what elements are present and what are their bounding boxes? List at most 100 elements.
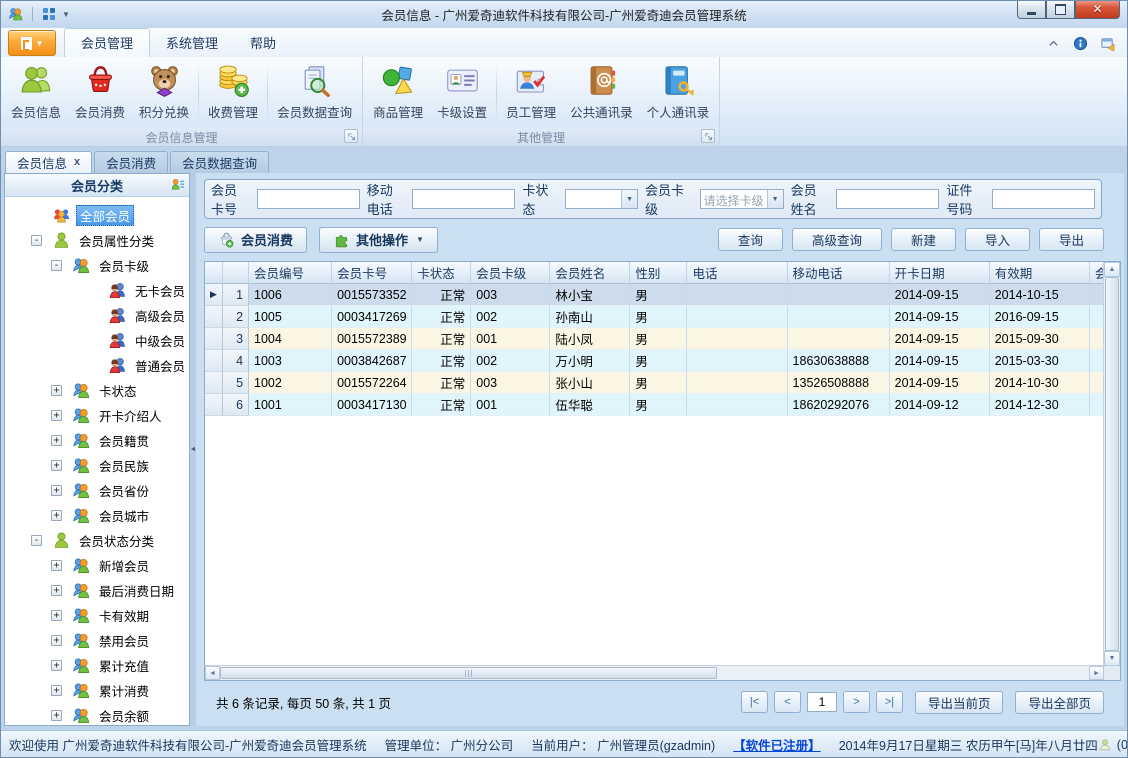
member-list-icon[interactable] [170, 177, 185, 192]
tree-expand-icon[interactable]: + [51, 560, 62, 571]
export-button[interactable]: 导出 [1038, 228, 1104, 251]
column-header[interactable]: 有效期 [989, 262, 1090, 284]
column-header[interactable]: 性别 [630, 262, 688, 284]
collapse-ribbon-icon[interactable] [1046, 36, 1061, 51]
column-header[interactable]: 会员卡级 [471, 262, 551, 284]
horizontal-scroll-thumb[interactable] [220, 667, 717, 679]
ribbon-button-member-consume[interactable]: 会员消费 [68, 60, 132, 128]
dialog-launcher-icon[interactable] [344, 129, 359, 143]
tree-item[interactable]: 中级会员 [5, 328, 189, 353]
tree-expand-icon[interactable]: + [51, 660, 62, 671]
table-row[interactable]: 5 1002 0015572264 正常 003 张小山男 13526508888 2014-… [205, 372, 1104, 394]
import-button[interactable]: 导入 [964, 228, 1030, 251]
ribbon-button-staff-mgmt[interactable]: 员工管理 [499, 60, 563, 128]
column-header[interactable]: 会员 [1089, 262, 1104, 284]
tree-item[interactable]: + 新增会员 [5, 553, 189, 578]
tree-expand-icon[interactable]: + [51, 510, 62, 521]
export-current-page-button[interactable]: 导出当前页 [914, 690, 1004, 714]
table-row[interactable]: 6 1001 0003417130 正常 001 伍华聪男 18620292076 2014-… [205, 394, 1104, 416]
prev-page-button[interactable]: < [773, 691, 801, 713]
advanced-query-button[interactable]: 高级查询 [791, 228, 882, 251]
tree-item[interactable]: + 开卡介绍人 [5, 403, 189, 428]
ribbon-button-member-info[interactable]: 会员信息 [4, 60, 68, 128]
ribbon-button-product-mgmt[interactable]: 商品管理 [366, 60, 430, 128]
toolbar-button-other-actions[interactable]: 其他操作 ▼ [319, 226, 438, 253]
tree-expand-icon[interactable]: + [51, 710, 62, 721]
license-registered-link[interactable]: 【软件已注册】 [733, 735, 821, 754]
last-page-button[interactable]: >| [875, 691, 903, 713]
tree-expand-icon[interactable]: + [51, 410, 62, 421]
tree-expand-icon[interactable]: + [51, 635, 62, 646]
close-icon[interactable]: x [74, 157, 80, 168]
scroll-left-icon[interactable]: ◄ [205, 666, 220, 680]
first-page-button[interactable]: |< [740, 691, 768, 713]
chevron-down-icon[interactable]: ▼ [621, 190, 638, 208]
column-header[interactable]: 会员编号 [249, 262, 333, 284]
next-page-button[interactable]: > [842, 691, 870, 713]
tree-expand-icon[interactable]: + [51, 385, 62, 396]
tree-item[interactable]: + 会员籍贯 [5, 428, 189, 453]
column-header[interactable]: 会员卡号 [332, 262, 413, 284]
tree-collapse-icon[interactable]: - [51, 260, 62, 271]
scroll-up-icon[interactable]: ▲ [1104, 262, 1120, 277]
ribbon-button-fee-mgmt[interactable]: 收费管理 [201, 60, 265, 128]
ribbon-button-personal-contacts[interactable]: 个人通讯录 [640, 60, 717, 128]
toolbar-button-member-consume[interactable]: 会员消费 [204, 226, 308, 253]
ribbon-button-public-contacts[interactable]: 公共通讯录 [563, 60, 640, 128]
tree-collapse-icon[interactable]: - [31, 535, 42, 546]
vertical-scroll-thumb[interactable] [1105, 277, 1119, 651]
tree-item[interactable]: - 会员卡级 [5, 253, 189, 278]
input-id-number[interactable] [992, 189, 1095, 209]
document-tab[interactable]: 会员数据查询 [170, 151, 270, 173]
tree-expand-icon[interactable]: + [51, 460, 62, 471]
scroll-right-icon[interactable]: ► [1089, 666, 1104, 680]
tree-item[interactable]: 无卡会员 [5, 278, 189, 303]
document-tab[interactable]: 会员信息 x [5, 151, 93, 173]
column-header[interactable]: 开卡日期 [889, 262, 990, 284]
input-card-no[interactable] [256, 189, 360, 209]
chevron-down-icon[interactable]: ▼ [62, 10, 70, 19]
tree-expand-icon[interactable]: + [51, 485, 62, 496]
column-header[interactable]: 移动电话 [787, 262, 890, 284]
tree-expand-icon[interactable]: + [51, 610, 62, 621]
tree-item[interactable]: + 卡状态 [5, 378, 189, 403]
tree-item[interactable]: + 卡有效期 [5, 603, 189, 628]
ribbon-button-member-data-query[interactable]: 会员数据查询 [270, 60, 359, 128]
tree-item[interactable]: + 禁用会员 [5, 628, 189, 653]
column-header[interactable]: 会员姓名 [550, 262, 631, 284]
tree-item[interactable]: + 会员省份 [5, 478, 189, 503]
tree-item[interactable]: + 累计消费 [5, 678, 189, 703]
table-row[interactable]: 2 1005 0003417269 正常 002 孙南山男 2014-09-15 2016-0… [205, 306, 1104, 328]
tree-item[interactable]: - 会员状态分类 [5, 528, 189, 553]
maximize-button[interactable] [1046, 0, 1075, 19]
ribbon-tab-system-mgmt[interactable]: 系统管理 [150, 29, 234, 57]
tree-item[interactable]: + 最后消费日期 [5, 578, 189, 603]
scroll-down-icon[interactable]: ▼ [1104, 651, 1120, 666]
input-member-name[interactable] [836, 189, 940, 209]
tree-item[interactable]: + 会员城市 [5, 503, 189, 528]
column-header[interactable]: 电话 [687, 262, 788, 284]
tree-item[interactable]: - 会员属性分类 [5, 228, 189, 253]
tree-item[interactable]: 普通会员 [5, 353, 189, 378]
tree-expand-icon[interactable]: + [51, 585, 62, 596]
ribbon-tab-help[interactable]: 帮助 [234, 29, 292, 57]
tree-expand-icon[interactable]: + [51, 685, 62, 696]
table-row[interactable]: 3 1004 0015572389 正常 001 陆小凤男 2014-09-15 2015-0… [205, 328, 1104, 350]
application-menu-button[interactable]: ▼ [8, 30, 56, 56]
tree-item[interactable]: + 会员民族 [5, 453, 189, 478]
chevron-down-icon[interactable]: ▼ [766, 190, 783, 208]
tree-expand-icon[interactable]: + [51, 435, 62, 446]
dialog-launcher-icon[interactable] [701, 129, 716, 143]
info-icon[interactable] [1073, 36, 1088, 51]
table-row[interactable]: 4 1003 0003842687 正常 002 万小明男 18630638888 2014-… [205, 350, 1104, 372]
combo-card-status[interactable]: ▼ [564, 189, 639, 209]
ribbon-button-points-exchange[interactable]: 积分兑换 [132, 60, 196, 128]
tree-collapse-icon[interactable]: - [31, 235, 42, 246]
horizontal-scrollbar[interactable]: ◄ ► [205, 665, 1104, 680]
tree-item[interactable]: 全部会员 [5, 203, 189, 228]
tree-item[interactable]: + 累计充值 [5, 653, 189, 678]
page-number-input[interactable] [806, 692, 837, 712]
minimize-button[interactable] [1017, 0, 1046, 19]
query-button[interactable]: 查询 [717, 228, 783, 251]
column-header[interactable]: 卡状态 [412, 262, 472, 284]
